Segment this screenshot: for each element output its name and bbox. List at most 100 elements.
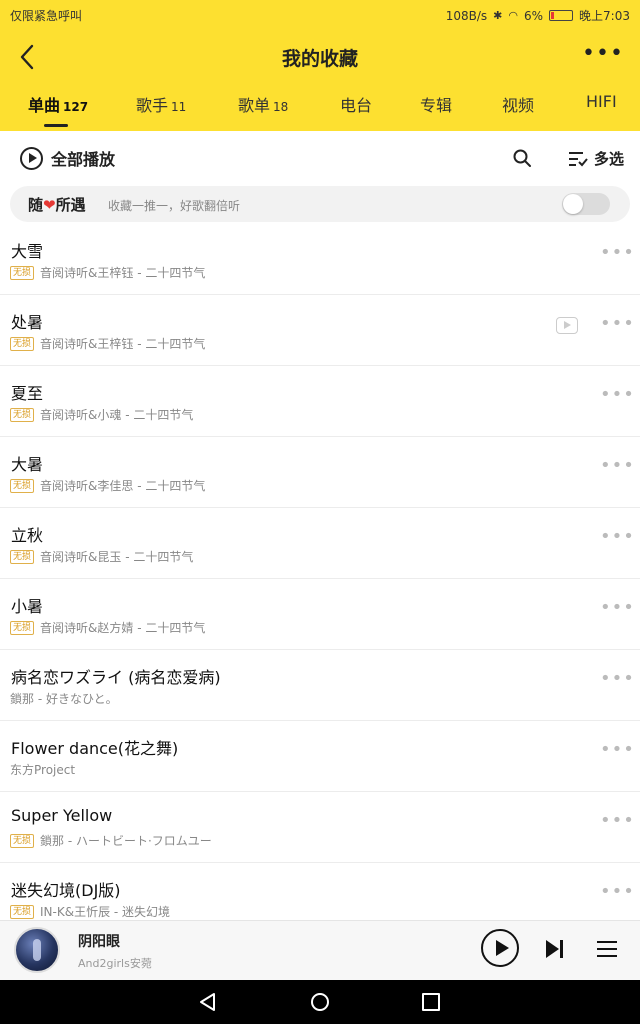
song-title: 立秋 [11, 526, 44, 545]
song-artist: 音阅诗听&王梓钰 - 二十四节气 [40, 266, 206, 280]
song-meta: 无损 音阅诗听&小魂 - 二十四节气 [10, 406, 193, 423]
heart-icon: ❤ [43, 196, 56, 214]
video-play-icon[interactable] [556, 317, 578, 334]
tab-singers[interactable]: 歌手 11 [136, 92, 186, 116]
tab-count: 127 [63, 100, 89, 114]
song-more-button[interactable]: ••• [600, 526, 634, 550]
song-meta: 无损 鎖那 - ハートビート·フロムユー [10, 832, 212, 849]
tab-label: 电台 [340, 96, 373, 115]
random-subtitle: 收藏一推一，好歌翻倍听 [108, 199, 241, 213]
song-meta: 无损 音阅诗听&赵方婧 - 二十四节气 [10, 619, 205, 636]
lossless-badge: 无损 [10, 904, 35, 919]
song-row[interactable]: 小暑 无损 音阅诗听&赵方婧 - 二十四节气 ••• [0, 579, 640, 650]
battery-icon [549, 10, 574, 21]
nav-back-button[interactable] [198, 992, 218, 1012]
mini-player[interactable]: 阴阳眼 And2girls安菀 [0, 920, 640, 980]
random-title: 随❤所遇 [28, 194, 86, 215]
nav-bar: 我的收藏 ••• [0, 34, 640, 80]
song-artist: 音阅诗听&李佳思 - 二十四节气 [40, 479, 206, 493]
song-meta: 东方Project [10, 761, 75, 778]
circle-home-icon [311, 993, 329, 1011]
song-artist: 鎖那 - ハートビート·フロムユー [40, 834, 212, 848]
song-title: 处暑 [11, 313, 44, 332]
active-tab-indicator [44, 124, 68, 127]
header: 仅限紧急呼叫 108B/s ✱ ◠ 6% 晚上7:03 我的收藏 ••• 单曲 1… [0, 0, 640, 131]
song-title: 夏至 [11, 384, 44, 403]
tab-label: 歌单 [238, 96, 271, 115]
song-title: 大暑 [11, 455, 44, 474]
playlist-button[interactable] [596, 939, 618, 959]
status-right: 108B/s ✱ ◠ 6% 晚上7:03 [446, 7, 630, 24]
tab-playlists[interactable]: 歌单 18 [238, 92, 288, 116]
song-artist: 鎖那 - 好きなひと。 [10, 692, 118, 706]
song-more-button[interactable]: ••• [600, 668, 634, 692]
song-title: Flower dance(花之舞) [11, 739, 179, 758]
song-list: 大雪 无损 音阅诗听&王梓钰 - 二十四节气 ••• 处暑 无损 音阅诗听&王梓… [0, 224, 640, 920]
tab-albums[interactable]: 专辑 [420, 92, 452, 116]
wifi-icon: ◠ [508, 9, 518, 22]
next-button[interactable] [544, 939, 566, 959]
song-more-button[interactable]: ••• [600, 242, 634, 266]
search-button[interactable] [512, 148, 532, 168]
triangle-back-icon [200, 993, 215, 1011]
battery-percent: 6% [524, 8, 544, 23]
status-bar: 仅限紧急呼叫 108B/s ✱ ◠ 6% 晚上7:03 [0, 0, 640, 30]
page-title: 我的收藏 [281, 48, 358, 70]
song-more-button[interactable]: ••• [600, 313, 634, 337]
tab-bar: 单曲 127 歌手 11 歌单 18 电台 专辑 视频 HIFI [0, 92, 640, 127]
song-more-button[interactable]: ••• [600, 455, 634, 479]
carrier-text: 仅限紧急呼叫 [10, 9, 83, 23]
song-row[interactable]: 病名恋ワズライ (病名恋爱病) 鎖那 - 好きなひと。 ••• [0, 650, 640, 721]
now-playing-title: 阴阳眼 [78, 934, 120, 950]
song-row[interactable]: 迷失幻境(DJ版) 无损 IN-K&王忻辰 - 迷失幻境 ••• [0, 863, 640, 920]
bluetooth-icon: ✱ [493, 9, 503, 22]
multi-select-label: 多选 [594, 150, 625, 168]
tab-videos[interactable]: 视频 [502, 92, 534, 116]
tab-label: 歌手 [136, 96, 169, 115]
random-toggle[interactable] [562, 193, 610, 215]
play-button[interactable] [481, 929, 519, 967]
back-button[interactable] [12, 40, 46, 74]
multi-select-button[interactable]: 多选 [568, 148, 624, 169]
song-more-button[interactable]: ••• [600, 881, 634, 905]
song-row[interactable]: Super Yellow 无损 鎖那 - ハートビート·フロムユー ••• [0, 792, 640, 863]
tab-hifi[interactable]: HIFI [586, 92, 617, 111]
nav-recents-button[interactable] [422, 993, 440, 1011]
song-row[interactable]: 大暑 无损 音阅诗听&李佳思 - 二十四节气 ••• [0, 437, 640, 508]
song-row[interactable]: 大雪 无损 音阅诗听&王梓钰 - 二十四节气 ••• [0, 224, 640, 295]
more-button[interactable]: ••• [582, 42, 623, 72]
song-row[interactable]: 处暑 无损 音阅诗听&王梓钰 - 二十四节气 ••• [0, 295, 640, 366]
song-row[interactable]: Flower dance(花之舞) 东方Project ••• [0, 721, 640, 792]
song-meta: 无损 音阅诗听&李佳思 - 二十四节气 [10, 477, 205, 494]
song-artist: 音阅诗听&赵方婧 - 二十四节气 [40, 621, 206, 635]
tab-songs[interactable]: 单曲 127 [28, 92, 88, 116]
song-title: 大雪 [11, 242, 44, 261]
random-title-part: 所遇 [55, 196, 86, 214]
net-speed: 108B/s [445, 8, 488, 23]
song-more-button[interactable]: ••• [600, 597, 634, 621]
tab-radio[interactable]: 电台 [340, 92, 372, 116]
nav-home-button[interactable] [310, 992, 330, 1012]
lossless-badge: 无损 [10, 265, 35, 280]
tab-label: 视频 [502, 96, 535, 115]
song-more-button[interactable]: ••• [600, 739, 634, 763]
song-more-button[interactable]: ••• [600, 384, 634, 408]
song-artist: IN-K&王忻辰 - 迷失幻境 [40, 905, 171, 919]
tab-label: 专辑 [420, 96, 453, 115]
clock: 晚上7:03 [579, 9, 630, 23]
song-row[interactable]: 立秋 无损 音阅诗听&昆玉 - 二十四节气 ••• [0, 508, 640, 579]
system-nav-bar [0, 980, 640, 1024]
song-artist: 音阅诗听&小魂 - 二十四节气 [40, 408, 194, 422]
tab-count: 11 [171, 100, 187, 114]
song-row[interactable]: 夏至 无损 音阅诗听&小魂 - 二十四节气 ••• [0, 366, 640, 437]
play-all-button[interactable]: 全部播放 [20, 146, 115, 170]
song-meta: 无损 音阅诗听&昆玉 - 二十四节气 [10, 548, 193, 565]
play-all-label: 全部播放 [51, 150, 116, 169]
random-recommend-bar: 随❤所遇 收藏一推一，好歌翻倍听 [10, 186, 630, 222]
song-more-button[interactable]: ••• [600, 810, 634, 834]
tab-label: HIFI [586, 92, 617, 111]
album-cover[interactable] [14, 927, 60, 973]
random-title-part: 随 [28, 196, 44, 214]
lossless-badge: 无损 [10, 407, 35, 422]
chevron-left-icon [20, 44, 34, 70]
